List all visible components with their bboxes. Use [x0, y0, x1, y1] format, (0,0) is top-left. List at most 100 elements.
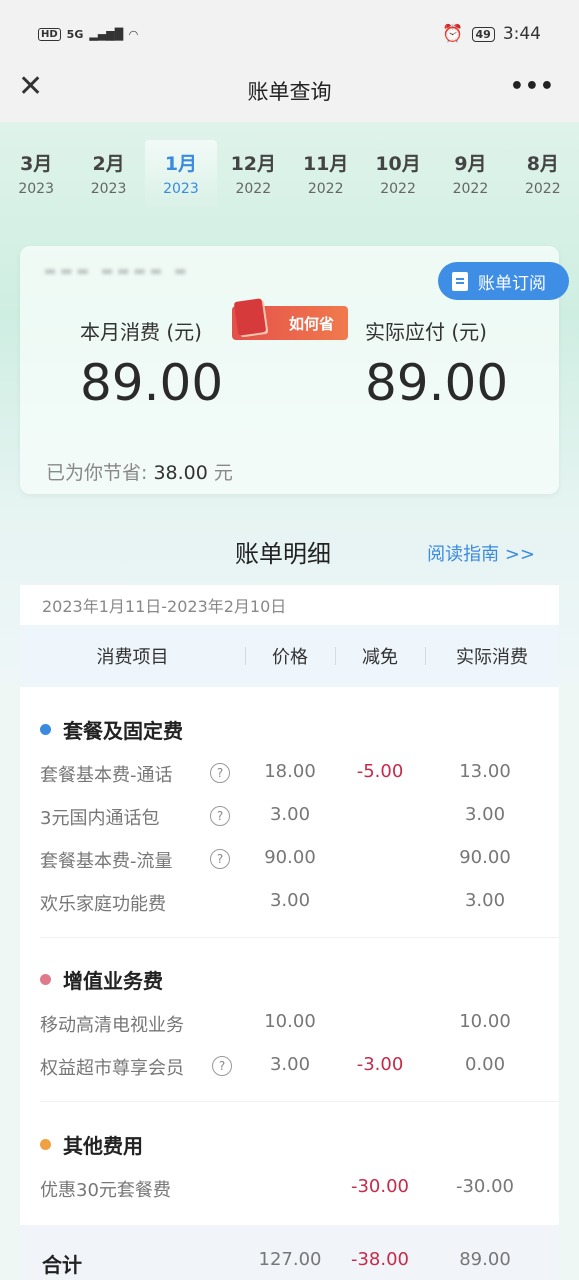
tab-month-label: 9月: [454, 153, 487, 175]
help-icon[interactable]: ?: [212, 1056, 232, 1076]
row-name: 权益超市尊享会员: [40, 1058, 184, 1079]
status-bar: HD 5G ▂▄▆█ ◠ ⏰ 49 3:44: [0, 0, 579, 68]
how-to-save-button[interactable]: 如何省: [232, 298, 348, 340]
alarm-icon: ⏰: [442, 24, 464, 44]
document-icon: [452, 271, 468, 291]
table-row: 套餐基本费-通话 ? 18.00 -5.00 13.00: [20, 761, 559, 789]
subscribe-label: 账单订阅: [478, 273, 546, 294]
row-price: 3.00: [269, 890, 311, 911]
tab-year-label: 2023: [90, 181, 127, 197]
row-price: 3.00: [269, 804, 311, 825]
total-actual: 89.00: [459, 1249, 511, 1270]
tab-year-label: 2022: [452, 181, 489, 197]
group-title-label: 增值业务费: [63, 969, 163, 993]
group-title-label: 套餐及固定费: [63, 719, 183, 743]
header-actual: 实际消费: [425, 643, 559, 669]
battery-icon: 49: [471, 26, 495, 42]
tab-month-label: 10月: [375, 153, 421, 175]
table-row: 套餐基本费-流量 ? 90.00 90.00: [20, 847, 559, 875]
row-price: 90.00: [264, 847, 316, 868]
how-to-save-label: 如何省: [288, 314, 334, 333]
row-actual: 3.00: [464, 890, 506, 911]
tab-year-label: 2022: [307, 181, 344, 197]
row-discount: -30.00: [350, 1176, 410, 1197]
book-icon: [233, 298, 267, 336]
row-name: 欢乐家庭功能费: [40, 894, 166, 915]
bill-subscribe-button[interactable]: 账单订阅: [438, 262, 569, 300]
row-name: 套餐基本费-通话: [40, 765, 173, 786]
tab-month[interactable]: 2月 2023: [72, 140, 144, 210]
help-icon[interactable]: ?: [210, 849, 230, 869]
saved-prefix: 已为你节省:: [46, 462, 148, 484]
saved-amount-line: 已为你节省: 38.00 元: [46, 458, 233, 485]
total-label: 合计: [42, 1253, 82, 1277]
tab-month-active[interactable]: 1月 2023: [144, 140, 218, 210]
table-row: 3元国内通话包 ? 3.00 3.00: [20, 804, 559, 832]
summary-card: ▬▬▬ ▬▬▬▬ ▬ 账单订阅 本月消费 (元) 如何省 实际应付 (元) 89…: [20, 246, 569, 494]
saved-unit: 元: [213, 462, 233, 484]
signal-icon: 5G: [66, 27, 84, 41]
tab-year-label: 2022: [524, 181, 561, 197]
group-title: 增值业务费: [40, 965, 163, 994]
row-price: 18.00: [264, 761, 316, 782]
group-title-label: 其他费用: [63, 1134, 143, 1158]
tab-month-label: 8月: [526, 153, 559, 175]
tab-month[interactable]: 8月 2022: [507, 140, 579, 210]
billing-period: 2023年1月11日-2023年2月10日: [42, 597, 287, 616]
divider: [40, 1101, 559, 1102]
monthly-spend-label: 本月消费 (元): [80, 320, 202, 344]
row-name: 移动高清电视业务: [40, 1015, 184, 1036]
group-title: 套餐及固定费: [40, 715, 183, 744]
tab-month[interactable]: 11月 2022: [290, 140, 362, 210]
pink-dot-icon: [40, 974, 51, 985]
tab-year-label: 2022: [380, 181, 416, 197]
actual-pay-label: 实际应付 (元): [365, 320, 487, 344]
row-price: 10.00: [264, 1011, 316, 1032]
tab-month-label: 11月: [302, 153, 349, 175]
row-actual: 13.00: [459, 761, 511, 782]
tab-month[interactable]: 12月 2022: [217, 140, 289, 210]
saved-value: 38.00: [153, 462, 208, 484]
table-row: 欢乐家庭功能费 3.00 3.00: [20, 890, 559, 918]
divider: [40, 937, 559, 938]
monthly-spend-amount: 89.00: [80, 354, 224, 412]
total-price: 127.00: [258, 1249, 322, 1270]
row-actual: 90.00: [459, 847, 511, 868]
clock-time: 3:44: [502, 24, 541, 44]
tab-month-label: 1月: [164, 153, 198, 175]
row-discount: -5.00: [356, 761, 404, 782]
blue-dot-icon: [40, 724, 51, 735]
reading-guide-link[interactable]: 阅读指南 >>: [427, 540, 535, 566]
page-title: 账单查询: [247, 80, 332, 104]
tab-month-label: 12月: [230, 153, 277, 175]
signal-bars-icon: ▂▄▆█: [89, 27, 124, 41]
tab-month[interactable]: 3月 2023: [0, 140, 72, 210]
tab-month-label: 2月: [92, 153, 125, 175]
help-icon[interactable]: ?: [210, 806, 230, 826]
tab-year-label: 2022: [235, 181, 272, 197]
table-row: 权益超市尊享会员 ? 3.00 -3.00 0.00: [20, 1054, 559, 1082]
table-header: 消费项目 价格 减免 实际消费: [20, 625, 559, 687]
group-title: 其他费用: [40, 1130, 143, 1159]
hd-icon: HD: [38, 27, 61, 41]
row-actual: 10.00: [459, 1011, 511, 1032]
tab-month-label: 3月: [20, 153, 53, 175]
nav-bar: ✕ 账单查询 •••: [0, 60, 579, 122]
detail-panel: 2023年1月11日-2023年2月10日 消费项目 价格 减免 实际消费 套餐…: [20, 585, 559, 1280]
row-name: 优惠30元套餐费: [40, 1180, 171, 1201]
status-right: ⏰ 49 3:44: [442, 24, 541, 44]
more-options-icon[interactable]: •••: [510, 74, 555, 99]
tab-year-label: 2023: [18, 181, 54, 197]
row-name: 3元国内通话包: [40, 808, 160, 829]
detail-header: 账单明细 阅读指南 >>: [0, 530, 579, 580]
row-actual: 3.00: [464, 804, 506, 825]
tab-month[interactable]: 9月 2022: [434, 140, 506, 210]
close-icon[interactable]: ✕: [18, 72, 43, 102]
actual-pay-amount: 89.00: [365, 354, 509, 412]
tab-month[interactable]: 10月 2022: [362, 140, 434, 210]
row-actual: 0.00: [464, 1054, 506, 1075]
help-icon[interactable]: ?: [210, 763, 230, 783]
row-name: 套餐基本费-流量: [40, 851, 173, 872]
header-item: 消费项目: [96, 647, 169, 668]
blurred-account-info: ▬▬▬ ▬▬▬▬ ▬: [44, 264, 191, 279]
